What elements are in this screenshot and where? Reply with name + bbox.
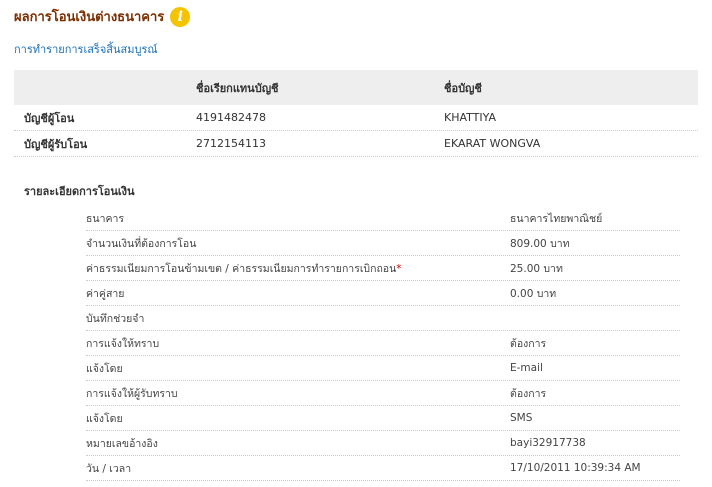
detail-label: แจ้งโดย bbox=[86, 362, 123, 375]
status-message: การทำรายการเสร็จสิ้นสมบูรณ์ bbox=[14, 43, 158, 56]
row-label: บัญชีผู้โอน bbox=[24, 111, 75, 125]
list-item: หมายเลขอ้างอิง bayi32917738 bbox=[86, 431, 680, 456]
list-item: จำนวนเงินที่ต้องการโอน 809.00 บาท bbox=[86, 231, 680, 256]
detail-value: ต้องการ bbox=[510, 337, 547, 350]
detail-label: แจ้งโดย bbox=[86, 412, 123, 425]
detail-label-wrap: ค่าธรรมเนียมการโอนข้ามเขต / ค่าธรรมเนียม… bbox=[86, 260, 510, 277]
detail-label: หมายเลขอ้างอิง bbox=[86, 437, 158, 450]
detail-label: วัน / เวลา bbox=[86, 462, 132, 475]
header-account-name: ชื่อบัญชี bbox=[444, 81, 482, 95]
list-item: บันทึกช่วยจำ bbox=[86, 306, 680, 331]
account-number: 2712154113 bbox=[196, 137, 266, 150]
list-item: ค่าคู่สาย 0.00 บาท bbox=[86, 281, 680, 306]
list-item: วัน / เวลา 17/10/2011 10:39:34 AM bbox=[86, 456, 680, 481]
page-title: ผลการโอนเงินต่างธนาคาร bbox=[14, 10, 165, 25]
detail-label: บันทึกช่วยจำ bbox=[86, 312, 145, 325]
detail-value: E-mail bbox=[510, 362, 543, 374]
account-name: KHATTIYA bbox=[444, 111, 497, 124]
list-item: ธนาคาร ธนาคารไทยพาณิชย์ bbox=[86, 206, 680, 231]
account-name: EKARAT WONGVA bbox=[444, 137, 541, 150]
detail-label: การแจ้งให้ทราบ bbox=[86, 337, 160, 350]
detail-value: 809.00 บาท bbox=[510, 237, 570, 250]
detail-label: ค่าคู่สาย bbox=[86, 287, 125, 300]
details-list: ธนาคาร ธนาคารไทยพาณิชย์ จำนวนเงินที่ต้อง… bbox=[86, 206, 680, 481]
detail-value: 17/10/2011 10:39:34 AM bbox=[510, 462, 641, 474]
details-section-title: รายละเอียดการโอนเงิน bbox=[24, 185, 135, 198]
account-table-header: ชื่อเรียกแทนบัญชี ชื่อบัญชี bbox=[14, 70, 698, 105]
account-table: ชื่อเรียกแทนบัญชี ชื่อบัญชี บัญชีผู้โอน … bbox=[14, 70, 698, 157]
list-item: แจ้งโดย E-mail bbox=[86, 356, 680, 381]
detail-value: 0.00 บาท bbox=[510, 287, 557, 300]
detail-value: 25.00 บาท bbox=[510, 262, 563, 275]
account-number: 4191482478 bbox=[196, 111, 266, 124]
table-row: บัญชีผู้รับโอน 2712154113 EKARAT WONGVA bbox=[14, 131, 698, 157]
detail-value: bayi32917738 bbox=[510, 437, 586, 449]
detail-value: ต้องการ bbox=[510, 387, 547, 400]
list-item: ค่าธรรมเนียมการโอนข้ามเขต / ค่าธรรมเนียม… bbox=[86, 256, 680, 281]
header-account-alias: ชื่อเรียกแทนบัญชี bbox=[196, 81, 279, 95]
required-marker: * bbox=[396, 262, 402, 275]
info-icon[interactable]: i bbox=[170, 6, 191, 27]
detail-label: การแจ้งให้ผู้รับทราบ bbox=[86, 387, 178, 400]
list-item: การแจ้งให้ทราบ ต้องการ bbox=[86, 331, 680, 356]
list-item: การแจ้งให้ผู้รับทราบ ต้องการ bbox=[86, 381, 680, 406]
page-title-wrap: ผลการโอนเงินต่างธนาคาร i bbox=[14, 6, 191, 27]
detail-label: ธนาคาร bbox=[86, 212, 125, 225]
detail-value: SMS bbox=[510, 412, 533, 424]
list-item: แจ้งโดย SMS bbox=[86, 406, 680, 431]
row-label: บัญชีผู้รับโอน bbox=[24, 137, 88, 151]
table-row: บัญชีผู้โอน 4191482478 KHATTIYA bbox=[14, 105, 698, 131]
detail-label: จำนวนเงินที่ต้องการโอน bbox=[86, 237, 197, 250]
detail-value: ธนาคารไทยพาณิชย์ bbox=[510, 212, 603, 225]
detail-label: ค่าธรรมเนียมการโอนข้ามเขต / ค่าธรรมเนียม… bbox=[86, 262, 397, 275]
